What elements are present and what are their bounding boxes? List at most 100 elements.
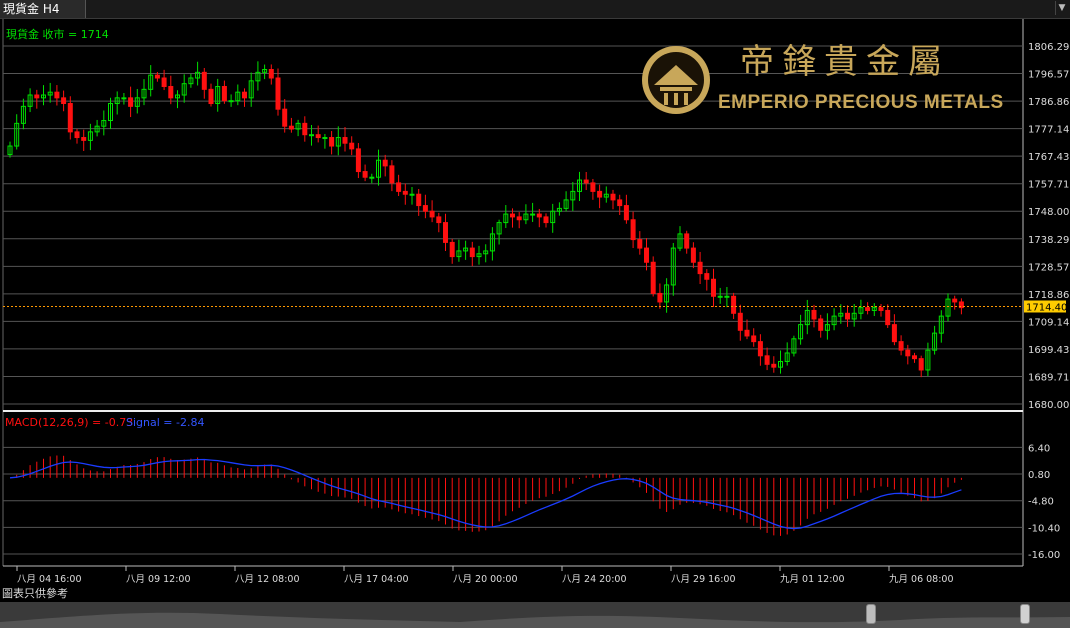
candle-body [623,205,629,221]
price-tick-label: 1718.86 [1028,290,1069,301]
candle-body [630,219,636,241]
signal-legend: Signal = -2.84 [126,416,204,429]
candle-body [362,171,368,178]
candle-body [242,91,247,99]
candle-body [637,239,643,249]
candle-body [329,137,335,147]
candle-body [355,148,361,173]
time-tick-label: 八月 09 12:00 [126,574,191,585]
candle-body [644,247,649,263]
candle-body [315,134,321,139]
candle-body [610,193,616,201]
candle-body [510,213,515,218]
candle-body [744,329,750,337]
price-tick-label: 1680.00 [1028,400,1069,411]
candle-body [657,292,663,303]
macd-legend: MACD(12,26,9) = -0.73 [5,416,133,429]
candle-body [396,182,402,192]
candle-body [436,216,442,224]
candle-body [288,125,294,130]
price-tick-label: 1777.14 [1028,125,1069,136]
candle-body [717,295,723,298]
candle-body [918,358,924,371]
candle-body [684,233,690,249]
candle-body [905,349,911,357]
scrollbar-handle[interactable] [866,604,876,624]
candle-body [865,307,871,311]
candle-body [885,309,891,326]
candle-body [704,273,710,280]
price-tick-label: 1786.86 [1028,97,1069,108]
candle-body [342,137,348,144]
candle-body [449,241,455,258]
candle-body [751,335,757,343]
price-tick-label: 1796.57 [1028,70,1069,81]
candle-body [168,86,174,99]
scrollbar-end-handle[interactable] [1020,604,1030,624]
time-tick-label: 八月 20 00:00 [453,574,518,585]
candle-body [952,298,958,303]
brand-name-chinese: 帝鋒貴金屬 [740,42,950,82]
candle-body [161,77,167,88]
candle-body [737,312,743,331]
candle-body [429,210,435,218]
candle-body [34,94,40,99]
candle-body [268,69,274,79]
candle-body [757,341,763,357]
candle-body [389,165,395,184]
candle-body [121,97,127,100]
price-tick-label: 1689.71 [1028,372,1069,383]
candle-body [409,193,415,196]
price-tick-label: 1767.43 [1028,152,1069,163]
candle-body [724,295,730,298]
dropdown-arrow-icon[interactable]: ▼ [1055,1,1068,15]
price-tick-label: 1728.57 [1028,262,1069,273]
candle-body [322,137,328,140]
title-bar: 現貨金 H4 ▼ [0,0,1070,19]
candle-body [583,179,589,184]
price-tick-label: 1757.71 [1028,180,1069,191]
brand-logo: 帝鋒貴金屬 EMPERIO PRECIOUS METALS [640,40,1020,120]
candle-body [275,77,281,110]
candle-body [81,137,87,141]
candle-body [912,355,917,360]
candle-body [536,213,542,218]
crown-emblem-icon [642,46,710,114]
candle-body [228,100,234,103]
candle-body [67,103,73,133]
candle-body [650,261,656,294]
candle-body [811,309,817,320]
time-tick-label: 八月 17 04:00 [344,574,409,585]
candle-body [61,97,67,105]
candle-body [590,182,596,192]
time-tick-label: 八月 24 20:00 [562,574,627,585]
brand-name-english: EMPERIO PRECIOUS METALS [718,92,1004,113]
time-tick-label: 八月 29 16:00 [671,574,736,585]
candle-body [690,247,696,263]
candle-body [369,176,375,179]
candle-body [154,74,160,79]
candle-body [302,122,308,136]
candle-body [54,91,60,99]
macd-tick-label: -16.00 [1028,550,1060,561]
time-tick-label: 八月 04 16:00 [17,574,82,585]
candle-body [764,355,770,365]
candle-body [422,205,428,212]
candle-body [201,71,207,90]
candle-body [845,312,850,320]
time-tick-label: 九月 06 08:00 [889,573,954,585]
current-price-label: 1714.40 [1026,302,1067,313]
candle-body [416,193,422,207]
candle-body [208,88,214,105]
chart-scrollbar[interactable] [0,602,1070,628]
time-tick-label: 八月 12 08:00 [235,574,300,585]
candle-body [402,190,408,195]
chart-tab[interactable]: 現貨金 H4 [0,0,86,18]
candle-body [878,307,884,311]
candle-body [697,261,703,275]
candle-body [530,213,536,216]
candle-body [74,131,80,139]
price-legend: 現貨金 收市 = 1714 [6,27,109,41]
candle-body [516,216,522,221]
candle-body [469,247,475,258]
